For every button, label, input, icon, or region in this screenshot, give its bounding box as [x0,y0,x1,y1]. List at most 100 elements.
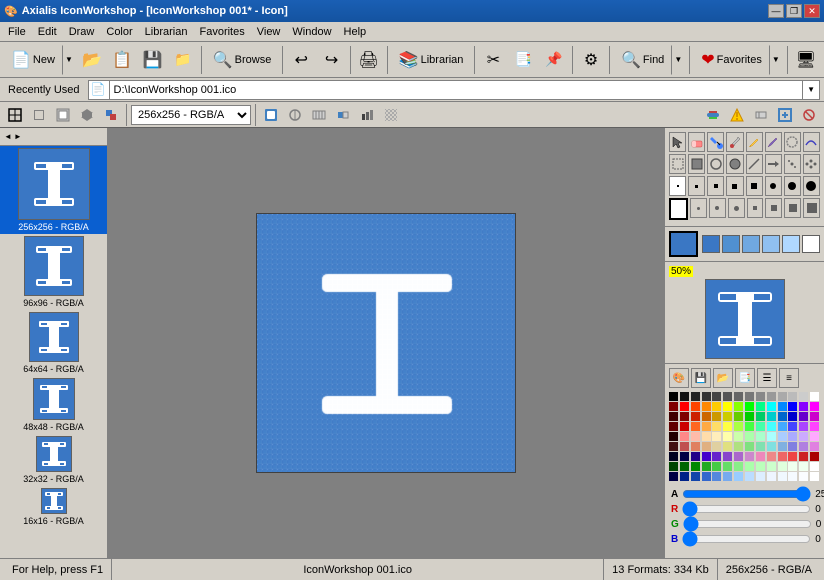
file-path-dropdown[interactable]: ▼ [803,85,819,94]
brush-size-2[interactable] [688,176,705,196]
brush-sq-b[interactable] [765,198,782,218]
color-cell[interactable] [691,392,700,401]
color-cell[interactable] [756,392,765,401]
tb3-extra-1[interactable] [702,104,724,126]
color-cell[interactable] [799,412,808,421]
canvas-area[interactable] [108,128,664,558]
color-cell[interactable] [669,392,678,401]
brush-size-3[interactable] [707,176,724,196]
color-cell[interactable] [767,472,776,481]
color-cell[interactable] [810,462,819,471]
color-cell[interactable] [702,392,711,401]
swatch-blue2[interactable] [722,235,740,253]
brush-size-4[interactable] [726,176,743,196]
color-cell[interactable] [734,402,743,411]
color-cell[interactable] [778,412,787,421]
color-cell[interactable] [680,432,689,441]
color-cell[interactable] [680,402,689,411]
color-cell[interactable] [702,462,711,471]
color-cell[interactable] [756,462,765,471]
color-cell[interactable] [712,442,721,451]
color-cell[interactable] [723,412,732,421]
color-cell[interactable] [734,472,743,481]
tb3-color-1[interactable] [260,104,282,126]
palette-open[interactable]: 📂 [713,368,733,388]
color-cell[interactable] [680,442,689,451]
color-cell[interactable] [680,392,689,401]
color-cell[interactable] [799,432,808,441]
panel-left-arrow[interactable]: ◄ [4,132,12,141]
color-cell[interactable] [788,422,797,431]
tool-dots[interactable] [784,154,801,174]
color-cell[interactable] [712,452,721,461]
color-cell[interactable] [723,442,732,451]
browse-button[interactable]: 🔍 Browse [206,45,279,75]
color-cell[interactable] [767,402,776,411]
icon-item-48[interactable]: 48x48 - RGB/A [0,376,107,434]
color-cell[interactable] [745,432,754,441]
color-cell[interactable] [712,392,721,401]
swatch-blue5[interactable] [782,235,800,253]
tool-fill[interactable] [707,132,724,152]
color-cell[interactable] [756,422,765,431]
cut-button[interactable]: ✂ [479,45,507,75]
color-cell[interactable] [788,402,797,411]
color-cell[interactable] [734,442,743,451]
color-cell[interactable] [778,462,787,471]
redo-button[interactable]: ↪ [317,45,345,75]
blue-slider[interactable] [682,535,811,543]
tool-line2[interactable] [765,154,782,174]
save-as-button[interactable]: 📁 [169,45,197,75]
tb3-color-3[interactable] [308,104,330,126]
brush-sq-c[interactable] [784,198,801,218]
brush-dot-a[interactable] [690,198,707,218]
color-cell[interactable] [691,412,700,421]
color-cell[interactable] [712,402,721,411]
color-cell[interactable] [723,452,732,461]
swatch-blue3[interactable] [742,235,760,253]
color-cell[interactable] [691,422,700,431]
color-cell[interactable] [810,422,819,431]
color-cell[interactable] [702,442,711,451]
color-cell[interactable] [788,392,797,401]
menu-edit[interactable]: Edit [32,22,63,41]
tool-pencil[interactable] [746,132,763,152]
color-cell[interactable] [799,452,808,461]
color-cell[interactable] [669,462,678,471]
swatch-white[interactable] [802,235,820,253]
color-cell[interactable] [734,432,743,441]
close-button[interactable]: ✕ [804,4,820,18]
undo-button[interactable]: ↩ [287,45,315,75]
brush-size-8[interactable] [803,176,820,196]
color-cell[interactable] [767,462,776,471]
color-cell[interactable] [712,462,721,471]
menu-librarian[interactable]: Librarian [139,22,194,41]
color-cell[interactable] [734,462,743,471]
tb3-btn-4[interactable] [76,104,98,126]
color-cell[interactable] [712,472,721,481]
swatch-blue4[interactable] [762,235,780,253]
find-dropdown-arrow[interactable]: ▼ [671,45,685,75]
color-cell[interactable] [756,402,765,411]
color-cell[interactable] [734,452,743,461]
color-cell[interactable] [810,452,819,461]
panel-right-arrow[interactable]: ► [14,132,22,141]
tool-eraser[interactable] [688,132,705,152]
save-button[interactable]: 💾 [138,45,166,75]
color-cell[interactable] [767,422,776,431]
color-cell[interactable] [778,422,787,431]
color-cell[interactable] [702,422,711,431]
color-cell[interactable] [669,432,678,441]
color-cell[interactable] [778,442,787,451]
color-cell[interactable] [734,422,743,431]
color-cell[interactable] [680,422,689,431]
tool-select[interactable] [669,132,686,152]
tool-circle-fill[interactable] [726,154,743,174]
color-cell[interactable] [788,472,797,481]
color-cell[interactable] [788,432,797,441]
color-cell[interactable] [756,432,765,441]
palette-menu[interactable]: ≡ [779,368,799,388]
green-slider[interactable] [683,520,812,528]
alpha-slider[interactable] [682,490,811,498]
color-cell[interactable] [680,452,689,461]
